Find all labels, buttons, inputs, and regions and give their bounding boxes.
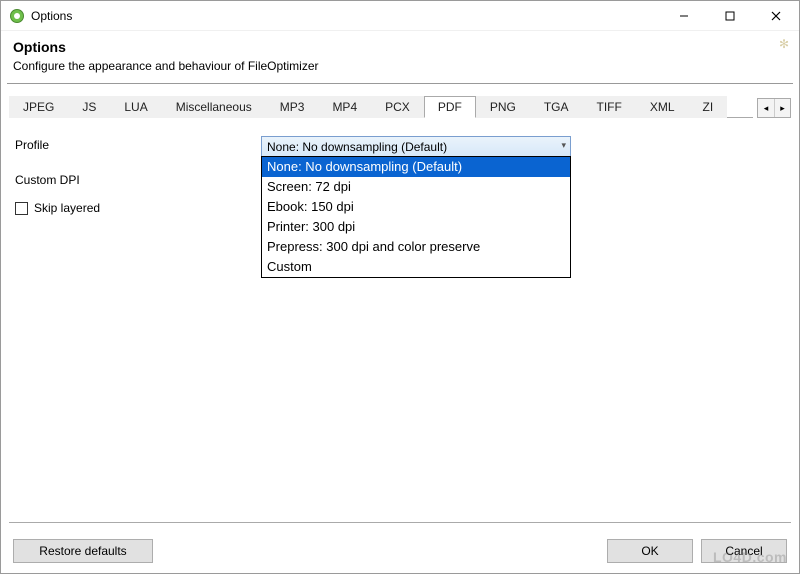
tab-pdf[interactable]: PDF [424, 96, 476, 118]
tab-js[interactable]: JS [68, 96, 110, 118]
tab-png[interactable]: PNG [476, 96, 530, 118]
profile-dropdown: None: No downsampling (Default)Screen: 7… [261, 156, 571, 278]
tab-miscellaneous[interactable]: Miscellaneous [162, 96, 266, 118]
tab-scroll-left[interactable]: ◂ [758, 99, 774, 117]
profile-combobox-value: None: No downsampling (Default) [267, 140, 447, 154]
profile-option[interactable]: Custom [262, 257, 570, 277]
profile-label: Profile [15, 136, 261, 152]
chevron-down-icon: ▾ [561, 140, 566, 151]
close-button[interactable] [753, 1, 799, 31]
profile-option[interactable]: Prepress: 300 dpi and color preserve [262, 237, 570, 257]
tab-lua[interactable]: LUA [110, 96, 161, 118]
busy-cursor-icon: ✻ [779, 37, 789, 51]
tab-zi[interactable]: ZI [689, 96, 728, 118]
tab-content-pdf: Profile None: No downsampling (Default) … [1, 118, 799, 438]
window-controls [661, 1, 799, 30]
button-bar: Restore defaults OK Cancel [1, 539, 799, 563]
tab-tga[interactable]: TGA [530, 96, 583, 118]
profile-option[interactable]: None: No downsampling (Default) [262, 157, 570, 177]
restore-defaults-button[interactable]: Restore defaults [13, 539, 153, 563]
tab-mp4[interactable]: MP4 [318, 96, 371, 118]
ok-button[interactable]: OK [607, 539, 693, 563]
maximize-button[interactable] [707, 1, 753, 31]
tab-xml[interactable]: XML [636, 96, 689, 118]
skip-layered-label: Skip layered [34, 201, 100, 215]
cancel-button[interactable]: Cancel [701, 539, 787, 563]
tab-bar: JPEGJSLUAMiscellaneousMP3MP4PCXPDFPNGTGA… [9, 94, 791, 118]
page-title: Options [13, 39, 787, 55]
chevron-left-icon: ◂ [764, 103, 769, 114]
window-title: Options [31, 9, 661, 23]
divider [7, 83, 793, 84]
app-icon [9, 8, 25, 24]
restore-defaults-label: Restore defaults [39, 544, 126, 558]
divider-bottom [9, 522, 791, 523]
skip-layered-checkbox[interactable] [15, 202, 28, 215]
tab-scroll: ◂ ▸ [757, 98, 791, 118]
profile-combobox[interactable]: None: No downsampling (Default) ▾ [261, 136, 571, 157]
cancel-label: Cancel [725, 544, 762, 558]
minimize-button[interactable] [661, 1, 707, 31]
tab-jpeg[interactable]: JPEG [9, 96, 68, 118]
custom-dpi-label: Custom DPI [15, 171, 261, 187]
profile-option[interactable]: Screen: 72 dpi [262, 177, 570, 197]
app-window: Options Options Configure the appearance… [0, 0, 800, 574]
tab-mp3[interactable]: MP3 [266, 96, 319, 118]
profile-option[interactable]: Ebook: 150 dpi [262, 197, 570, 217]
titlebar: Options [1, 1, 799, 31]
header-section: Options Configure the appearance and beh… [1, 31, 799, 83]
page-subtitle: Configure the appearance and behaviour o… [13, 59, 787, 73]
chevron-right-icon: ▸ [780, 103, 785, 114]
tab-scroll-right[interactable]: ▸ [774, 99, 790, 117]
profile-option[interactable]: Printer: 300 dpi [262, 217, 570, 237]
ok-label: OK [641, 544, 658, 558]
tab-pcx[interactable]: PCX [371, 96, 424, 118]
tab-tiff[interactable]: TIFF [583, 96, 636, 118]
profile-row: Profile None: No downsampling (Default) … [15, 136, 785, 157]
